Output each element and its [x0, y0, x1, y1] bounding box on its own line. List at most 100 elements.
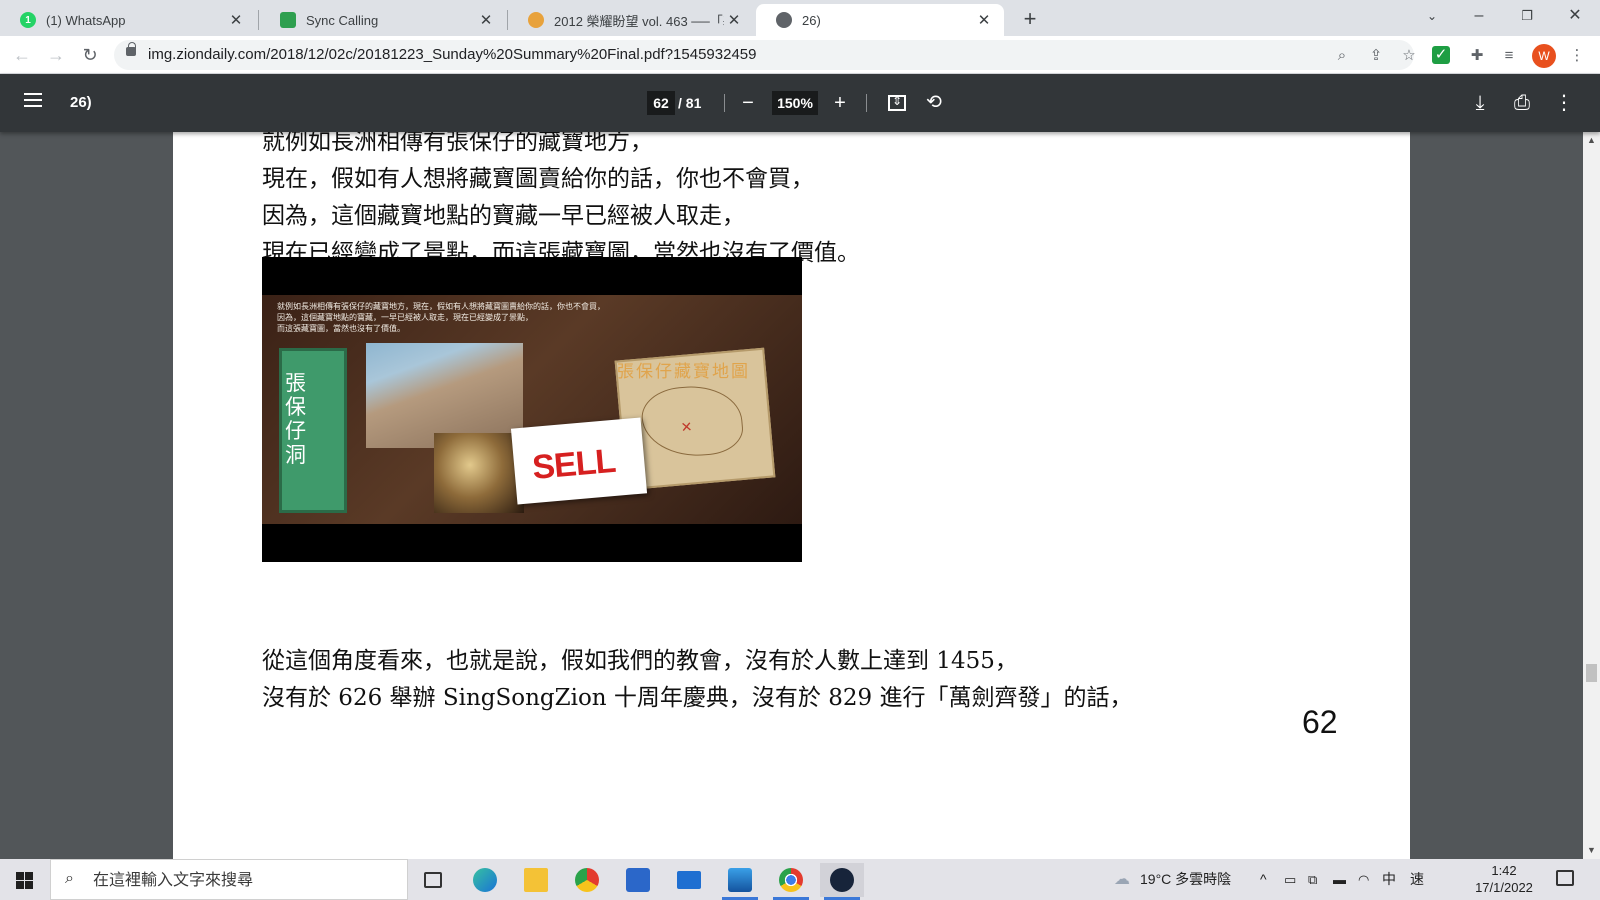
chrome-icon[interactable]	[769, 863, 813, 900]
tab-ziondaily-article[interactable]: 2012 榮耀盼望 vol. 463 ──「基 ✕	[508, 4, 754, 36]
wifi-icon[interactable]: ◠	[1358, 859, 1369, 900]
cave-interior-photo	[434, 433, 524, 513]
new-tab-button[interactable]: +	[1016, 6, 1044, 34]
pdf-page: 就例如長洲相傳有張保仔的藏寶地方， 現在，假如有人想將藏寶圖賣給你的話，你也不會…	[173, 132, 1410, 859]
pdf-toolbar: 26) 62 / 81 − 150% + ⟲ ⤓ ⎙ ⋮	[0, 74, 1600, 132]
page-number-footer: 62	[1302, 704, 1338, 740]
taskbar-search-box[interactable]: ⌕ 在這裡輸入文字來搜尋	[50, 859, 408, 900]
address-bar[interactable]: img.ziondaily.com/2018/12/02c/20181223_S…	[114, 40, 1416, 70]
page-number-input[interactable]: 62	[647, 91, 675, 115]
tab-title: Sync Calling	[306, 12, 379, 28]
share-icon[interactable]: ⇪	[1366, 46, 1386, 66]
extension-check-icon[interactable]: ✓	[1432, 46, 1450, 64]
file-explorer-icon[interactable]	[514, 863, 558, 897]
close-tab-icon[interactable]: ✕	[974, 11, 994, 29]
mail-icon[interactable]	[667, 863, 711, 897]
close-window-icon[interactable]: ✕	[1552, 0, 1598, 34]
whatsapp-icon: 1	[20, 12, 36, 28]
profile-avatar[interactable]: W	[1532, 44, 1556, 68]
restore-icon[interactable]: ❐	[1504, 0, 1550, 34]
close-tab-icon[interactable]: ✕	[724, 11, 744, 29]
battery-icon[interactable]: ▬	[1333, 859, 1346, 900]
toolbar-divider	[724, 94, 725, 112]
palette-icon	[528, 12, 544, 28]
pdf-viewer[interactable]: 就例如長洲相傳有張保仔的藏寶地方， 現在，假如有人想將藏寶圖賣給你的話，你也不會…	[0, 132, 1600, 859]
edge-icon[interactable]	[463, 863, 507, 897]
close-tab-icon[interactable]: ✕	[226, 11, 246, 29]
map-title: 張保仔藏寶地圖	[617, 362, 750, 382]
tab-divider	[258, 10, 259, 30]
map-x-mark: ✕	[679, 418, 694, 436]
windows-taskbar: ⌕ 在這裡輸入文字來搜尋 ☁ 19°C 多雲時陰 ^ ▭ ⧉ ▬ ◠ 中 速 1…	[0, 859, 1600, 900]
fit-page-icon[interactable]	[888, 94, 906, 111]
media-control-icon[interactable]: ≡	[1498, 45, 1520, 67]
browser-menu-icon[interactable]: ⋮	[1566, 45, 1588, 67]
notification-center-icon[interactable]	[1556, 870, 1574, 886]
tab-search-icon[interactable]: ⌄	[1409, 0, 1455, 34]
ime-language[interactable]: 中	[1382, 859, 1396, 900]
tab-strip: 1 (1) WhatsApp ✕ Sync Calling ✕ 2012 榮耀盼…	[0, 0, 1600, 36]
minimize-icon[interactable]: –	[1456, 0, 1502, 34]
weather-text[interactable]: 19°C 多雲時陰	[1140, 859, 1231, 900]
browser-toolbar: ← → ↻ img.ziondaily.com/2018/12/02c/2018…	[0, 36, 1600, 74]
url-text[interactable]: img.ziondaily.com/2018/12/02c/20181223_S…	[148, 40, 756, 70]
download-icon[interactable]: ⤓	[1466, 89, 1494, 117]
clock-time: 1:42	[1491, 863, 1517, 878]
scrollbar-thumb[interactable]	[1586, 664, 1597, 682]
print-icon[interactable]: ⎙	[1508, 89, 1536, 117]
tab-whatsapp[interactable]: 1 (1) WhatsApp ✕	[0, 4, 256, 36]
pdf-title: 26)	[70, 94, 92, 111]
bookmark-star-icon[interactable]: ☆	[1399, 46, 1419, 66]
search-placeholder: 在這裡輸入文字來搜尋	[93, 872, 254, 889]
vertical-scrollbar[interactable]: ▲ ▼	[1583, 132, 1600, 859]
tray-display-icon[interactable]: ⧉	[1308, 859, 1317, 900]
map-outline	[639, 382, 746, 461]
clock-date: 17/1/2022	[1475, 880, 1533, 895]
sync-calling-icon	[280, 12, 296, 28]
tray-device-icon[interactable]: ▭	[1284, 859, 1296, 900]
zoom-in-icon[interactable]: +	[826, 89, 854, 117]
body-line: 沒有於 626 舉辦 SingSongZion 十周年慶典，沒有於 829 進行…	[262, 685, 1133, 711]
rotate-icon[interactable]: ⟲	[920, 89, 948, 117]
body-line: 從這個角度看來，也就是說，假如我們的教會，沒有於人數上達到 1455，	[262, 648, 1018, 674]
zoom-level-input[interactable]: 150%	[772, 91, 818, 115]
tab-title: (1) WhatsApp	[46, 12, 126, 28]
toolbar-divider	[866, 94, 867, 112]
tab-sync-calling[interactable]: Sync Calling ✕	[260, 4, 506, 36]
body-line: 因為，這個藏寶地點的寶藏一早已經被人取走，	[262, 203, 745, 229]
ime-mode[interactable]: 速	[1410, 859, 1424, 900]
clock[interactable]: 1:42 17/1/2022	[1464, 862, 1544, 896]
scroll-down-arrow-icon[interactable]: ▼	[1587, 845, 1596, 855]
extensions-puzzle-icon[interactable]: ✚	[1466, 45, 1488, 67]
chrome-alt-icon[interactable]	[565, 863, 609, 897]
globe-icon	[776, 12, 792, 28]
tab-title: 26)	[802, 12, 821, 28]
microsoft-store-icon[interactable]	[616, 863, 660, 897]
task-view-icon[interactable]	[411, 863, 455, 897]
forward-icon[interactable]: →	[42, 41, 70, 69]
body-line: 就例如長洲相傳有張保仔的藏寶地方，	[262, 132, 653, 155]
hamburger-menu-icon[interactable]	[24, 93, 42, 107]
close-tab-icon[interactable]: ✕	[476, 11, 496, 29]
photos-icon[interactable]	[718, 863, 762, 900]
tab-pdf-active[interactable]: 26) ✕	[756, 4, 1004, 36]
sell-sign-image: SELL	[510, 417, 648, 505]
windows-start-icon[interactable]	[16, 872, 33, 889]
tray-chevron-icon[interactable]: ^	[1260, 859, 1267, 900]
sign-text: 張保仔洞	[285, 371, 306, 467]
lock-icon[interactable]	[126, 42, 136, 56]
reload-icon[interactable]: ↻	[76, 41, 104, 69]
sell-text: SELL	[530, 441, 617, 488]
tab-title: 2012 榮耀盼望 vol. 463 ──「基	[554, 13, 724, 29]
zoom-out-icon[interactable]: −	[734, 89, 762, 117]
steam-icon[interactable]	[820, 863, 864, 900]
more-actions-icon[interactable]: ⋮	[1550, 89, 1578, 117]
body-line: 現在，假如有人想將藏寶圖賣給你的話，你也不會買，	[262, 166, 814, 192]
cave-sign-image: 張保仔洞	[279, 348, 347, 513]
search-icon: ⌕	[65, 870, 74, 887]
weather-icon[interactable]: ☁	[1114, 859, 1130, 900]
scroll-up-arrow-icon[interactable]: ▲	[1587, 135, 1596, 145]
back-icon[interactable]: ←	[8, 41, 36, 69]
zoom-icon[interactable]: ⌕	[1332, 46, 1352, 66]
page-total: / 81	[678, 95, 702, 111]
